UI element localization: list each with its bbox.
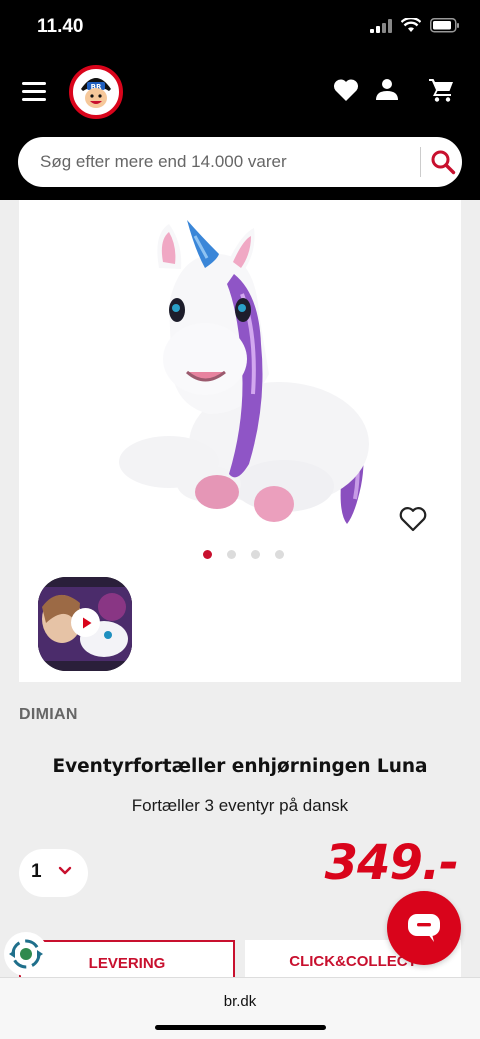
product-price: 349.- [324,835,459,891]
person-icon[interactable] [376,78,398,100]
menu-button[interactable] [22,82,46,102]
chat-button[interactable] [387,891,461,965]
wifi-icon [401,18,421,32]
battery-icon [430,18,459,33]
favorite-icon[interactable] [399,506,427,532]
heart-icon[interactable] [333,78,359,102]
gallery-dots [203,550,284,559]
signal-icon [370,18,392,33]
product-subtitle: Fortæller 3 eventyr på dansk [131,796,349,815]
play-button[interactable] [71,608,100,637]
home-indicator[interactable] [155,1025,326,1030]
browser-url-bar[interactable]: br.dk [0,977,480,1039]
delivery-title: LEVERING [88,955,166,972]
menu-icon [22,82,46,85]
product-brand[interactable]: DIMIAN [19,706,78,724]
product-gallery[interactable] [19,200,461,682]
status-icons [370,18,460,33]
search-icon[interactable] [430,149,456,175]
product-title: Eventyrfortæller enhjørningen Luna [52,756,428,777]
cart-icon[interactable] [429,78,455,102]
status-time: 11.40 [37,16,84,37]
br-logo-mascot: BR [75,71,117,113]
gallery-dot[interactable] [227,550,236,559]
chat-icon [408,914,440,942]
search-bar [18,137,462,187]
search-input[interactable] [40,137,400,187]
status-bar: 11.40 [0,0,480,58]
search-divider [420,147,421,177]
chevron-down-icon [58,866,72,875]
eco-badge[interactable] [4,932,48,976]
gallery-dot[interactable] [203,550,212,559]
gallery-dot[interactable] [251,550,260,559]
product-image [119,220,369,524]
video-thumbnail[interactable] [38,577,132,671]
gallery-dot[interactable] [275,550,284,559]
quantity-select[interactable]: 1 [19,849,88,897]
quantity-value: 1 [31,861,42,882]
play-icon [82,617,91,628]
site-header: BR [0,58,480,200]
eco-icon [9,939,43,969]
browser-url[interactable]: br.dk [0,993,480,1010]
br-logo[interactable]: BR [69,65,123,119]
